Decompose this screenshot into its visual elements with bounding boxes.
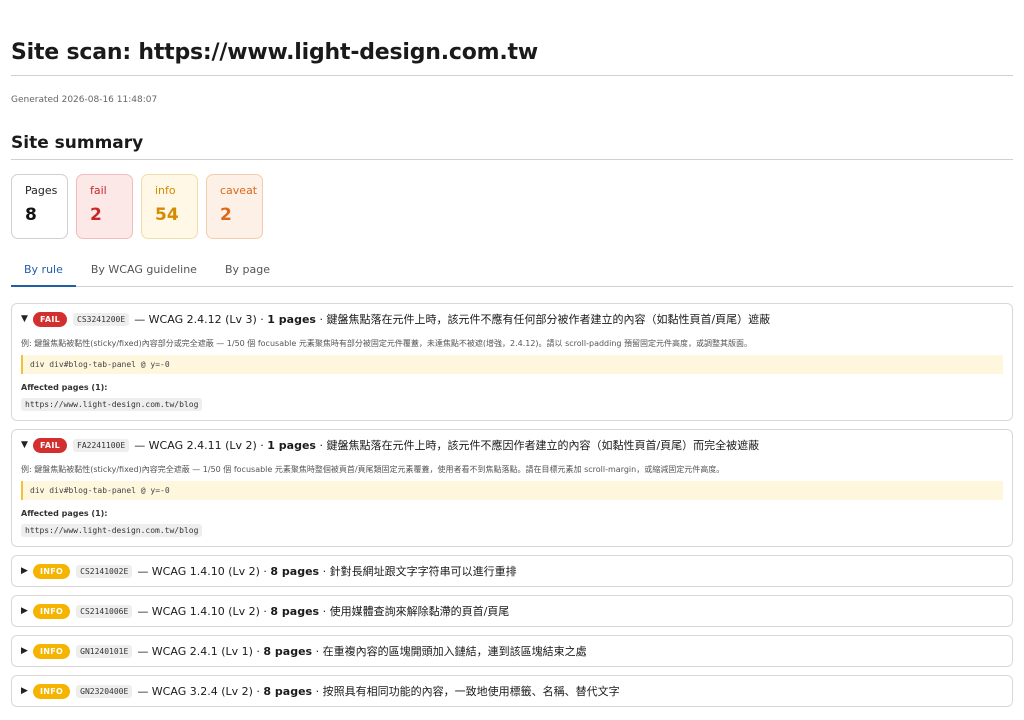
rule-code: GN1240101E (76, 644, 133, 658)
rule-item: ▶ INFO CS2141002E — WCAG 1.4.10 (Lv 2) ·… (11, 555, 1013, 587)
fail-card-label: fail (90, 184, 107, 197)
pages-card-value: 8 (25, 205, 37, 225)
info-card: info 54 (141, 174, 198, 239)
rule-page-count: 8 pages (270, 564, 320, 578)
rule-code: GN2320400E (76, 684, 133, 698)
rule-summary-toggle[interactable]: ▶ INFO CS2141006E — WCAG 1.4.10 (Lv 2) ·… (12, 596, 1012, 626)
rule-page-count: 8 pages (270, 604, 320, 618)
rule-summary-toggle[interactable]: ▶ INFO GN1240101E — WCAG 2.4.1 (Lv 1) · … (12, 636, 1012, 666)
rule-description: · 針對長網址跟文字字符串可以進行重排 (322, 565, 517, 578)
rule-page-count: 1 pages (267, 312, 316, 326)
rule-description: · 鍵盤焦點落在元件上時，該元件不應有任何部分被作者建立的內容（如黏性頁首/頁尾… (319, 313, 771, 326)
site-summary-heading: Site summary (11, 133, 1013, 160)
fail-card-value: 2 (90, 205, 102, 225)
rule-code: CS2141002E (76, 564, 133, 578)
rule-summary-toggle[interactable]: ▼ FAIL CS3241200E — WCAG 2.4.12 (Lv 3) ·… (12, 304, 1012, 334)
info-badge: INFO (33, 683, 71, 699)
tab-by-page[interactable]: By page (212, 253, 283, 286)
affected-pages-label: Affected pages (1): (21, 509, 108, 518)
rule-item: ▼ FAIL FA2241100E — WCAG 2.4.11 (Lv 2) ·… (11, 429, 1013, 547)
rule-description: · 使用媒體查詢來解除黏滯的頁首/頁尾 (322, 605, 510, 618)
rule-item: ▶ INFO GN2320400E — WCAG 3.2.4 (Lv 2) · … (11, 675, 1013, 707)
affected-page-url: https://www.light-design.com.tw/blog (21, 524, 203, 537)
rule-code: CS3241200E (73, 312, 130, 326)
rule-wcag: — WCAG 1.4.10 (Lv 2) · (137, 564, 267, 578)
generated-timestamp: Generated 2026-08-16 11:48:07 (11, 95, 158, 105)
affected-page-url: https://www.light-design.com.tw/blog (21, 398, 203, 411)
rule-item: ▶ INFO CS2141006E — WCAG 1.4.10 (Lv 2) ·… (11, 595, 1013, 627)
rule-page-count: 1 pages (267, 438, 316, 452)
rule-summary-toggle[interactable]: ▶ INFO GN2320400E — WCAG 3.2.4 (Lv 2) · … (12, 676, 1012, 706)
rule-code: CS2141006E (76, 604, 133, 618)
triangle-right-icon: ▶ (21, 646, 28, 656)
rule-description: · 鍵盤焦點落在元件上時，該元件不應因作者建立的內容（如黏性頁首/頁尾）而完全被… (319, 439, 760, 452)
fail-badge: FAIL (33, 437, 68, 453)
page-title: Site scan: https://www.light-design.com.… (11, 0, 1013, 76)
triangle-down-icon: ▼ (21, 440, 28, 450)
triangle-right-icon: ▶ (21, 566, 28, 576)
info-badge: INFO (33, 563, 71, 579)
info-badge: INFO (33, 643, 71, 659)
rule-description: · 按照具有相同功能的內容，一致地使用標籤、名稱、替代文字 (315, 685, 620, 698)
rule-page-count: 8 pages (263, 644, 313, 658)
rule-item: ▼ FAIL CS3241200E — WCAG 2.4.12 (Lv 3) ·… (11, 303, 1013, 421)
rule-wcag: — WCAG 2.4.12 (Lv 3) · (134, 312, 264, 326)
rule-description: · 在重複內容的區塊開頭加入鏈結，連到該區塊結束之處 (315, 645, 587, 658)
triangle-right-icon: ▶ (21, 686, 28, 696)
rule-selector: div div#blog-tab-panel @ y=-0 (21, 355, 1003, 374)
triangle-down-icon: ▼ (21, 314, 28, 324)
tab-by-rule[interactable]: By rule (11, 253, 76, 287)
report-page: Site scan: https://www.light-design.com.… (0, 0, 1024, 707)
triangle-right-icon: ▶ (21, 606, 28, 616)
rule-example: 例: 鍵盤焦點被黏性(sticky/fixed)內容完全遮蔽 — 1/50 個 … (21, 465, 725, 474)
rule-list: ▼ FAIL CS3241200E — WCAG 2.4.12 (Lv 3) ·… (11, 303, 1013, 707)
caveat-card-label: caveat (220, 184, 258, 197)
rule-code: FA2241100E (73, 438, 130, 452)
info-card-value: 54 (155, 205, 179, 225)
rule-wcag: — WCAG 3.2.4 (Lv 2) · (137, 684, 260, 698)
rule-summary-toggle[interactable]: ▼ FAIL FA2241100E — WCAG 2.4.11 (Lv 2) ·… (12, 430, 1012, 460)
rule-wcag: — WCAG 1.4.10 (Lv 2) · (137, 604, 267, 618)
caveat-card-value: 2 (220, 205, 232, 225)
rule-page-count: 8 pages (263, 684, 313, 698)
view-tabs: By rule By WCAG guideline By page (11, 253, 1013, 287)
rule-wcag: — WCAG 2.4.11 (Lv 2) · (134, 438, 264, 452)
pages-card: Pages 8 (11, 174, 68, 239)
rule-details: 例: 鍵盤焦點被黏性(sticky/fixed)內容部分或完全遮蔽 — 1/50… (12, 338, 1012, 420)
rule-item: ▶ INFO GN1240101E — WCAG 2.4.1 (Lv 1) · … (11, 635, 1013, 667)
caveat-card: caveat 2 (206, 174, 263, 239)
fail-card: fail 2 (76, 174, 133, 239)
rule-details: 例: 鍵盤焦點被黏性(sticky/fixed)內容完全遮蔽 — 1/50 個 … (12, 464, 1012, 546)
rule-example: 例: 鍵盤焦點被黏性(sticky/fixed)內容部分或完全遮蔽 — 1/50… (21, 339, 753, 348)
affected-pages-label: Affected pages (1): (21, 383, 108, 392)
info-card-label: info (155, 184, 176, 197)
tab-by-wcag-guideline[interactable]: By WCAG guideline (78, 253, 210, 286)
pages-card-label: Pages (25, 184, 58, 197)
rule-selector: div div#blog-tab-panel @ y=-0 (21, 481, 1003, 500)
rule-wcag: — WCAG 2.4.1 (Lv 1) · (137, 644, 260, 658)
info-badge: INFO (33, 603, 71, 619)
fail-badge: FAIL (33, 311, 68, 327)
rule-summary-toggle[interactable]: ▶ INFO CS2141002E — WCAG 1.4.10 (Lv 2) ·… (12, 556, 1012, 586)
summary-cards: Pages 8 fail 2 info 54 caveat 2 (11, 174, 1013, 239)
